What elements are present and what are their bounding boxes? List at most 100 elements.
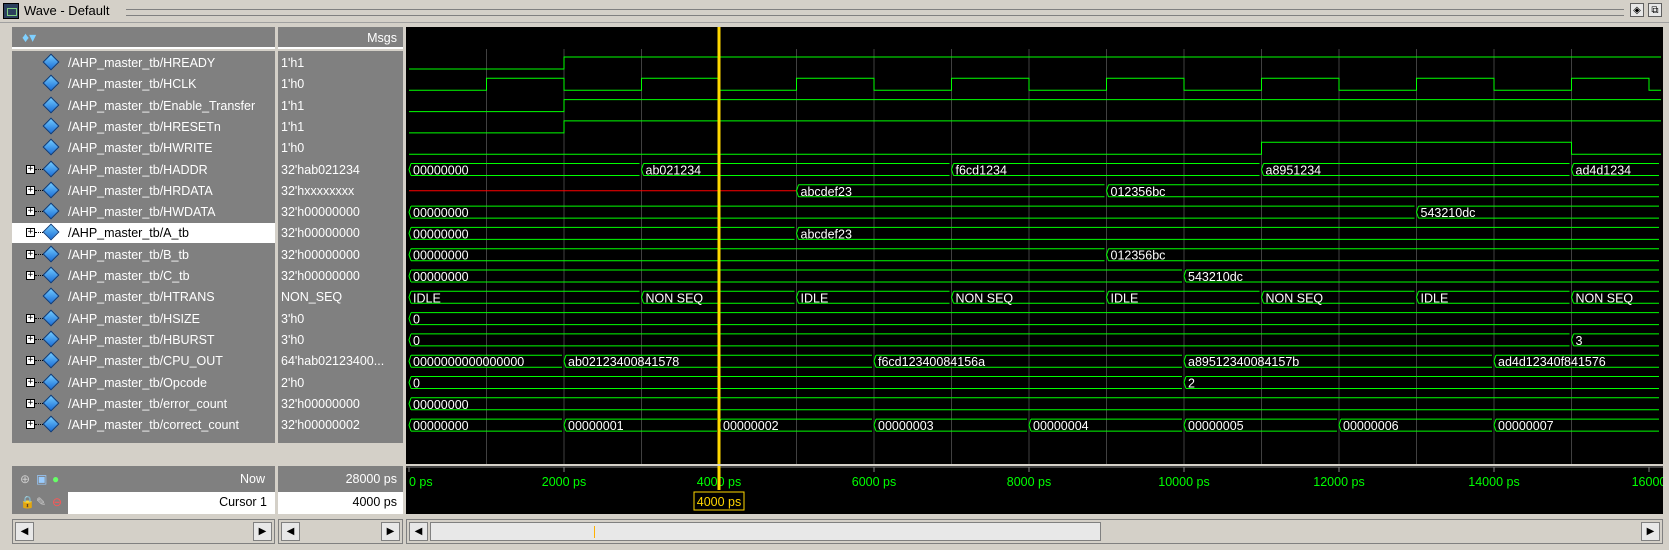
bus-value-label: f6cd1234	[956, 164, 1007, 178]
expand-icon[interactable]: +	[26, 420, 35, 430]
signal-value: 32'h00000000	[281, 247, 360, 262]
signal-value: 32'h00000002	[281, 418, 360, 433]
names-scrollbar[interactable]: ◀ ▶	[12, 519, 275, 544]
add-icon[interactable]: ●	[52, 472, 59, 486]
signal-icon	[42, 373, 60, 390]
edit-icon[interactable]: ✎	[36, 495, 46, 509]
left-border	[0, 27, 10, 464]
bus-value-label: 00000000	[413, 419, 469, 433]
tools-icon[interactable]: ♦▾	[22, 29, 36, 46]
signal-row[interactable]: /AHP_master_tb/HWRITE	[12, 138, 275, 158]
bus-transition	[408, 397, 412, 410]
signal-row[interactable]: + /AHP_master_tb/error_count	[12, 394, 275, 414]
expand-icon[interactable]: +	[26, 207, 35, 217]
cursor-name: Cursor 1	[219, 495, 267, 509]
signal-row[interactable]: /AHP_master_tb/HCLK	[12, 74, 275, 94]
expand-icon[interactable]: +	[26, 334, 35, 344]
signal-name: /AHP_master_tb/HTRANS	[68, 290, 215, 305]
signal-row[interactable]: + /AHP_master_tb/CPU_OUT	[12, 351, 275, 371]
undock-icon[interactable]: ⧉	[1648, 3, 1662, 17]
signal-value: 32'h00000000	[281, 269, 360, 283]
value-row: 1'h0	[278, 74, 403, 94]
expand-icon[interactable]: +	[26, 228, 35, 238]
cursor-value-field[interactable]: 4000 ps	[278, 492, 403, 514]
signal-row[interactable]: /AHP_master_tb/HRESETn	[12, 117, 275, 137]
expand-icon[interactable]: +	[26, 185, 35, 195]
scroll-left-button[interactable]: ◀	[281, 522, 300, 541]
dock-icon[interactable]: ◈	[1630, 3, 1644, 17]
lock-icon[interactable]: 🔒	[20, 495, 35, 509]
values-scrollbar[interactable]: ◀ ▶	[278, 519, 403, 544]
value-row: 64'hab02123400...	[278, 351, 403, 371]
expand-icon[interactable]: +	[26, 249, 35, 259]
value-row: 32'h00000002	[278, 415, 403, 435]
expand-icon[interactable]: +	[26, 356, 35, 366]
scroll-right-button[interactable]: ▶	[253, 522, 272, 541]
signal-icon	[42, 309, 60, 327]
scroll-left-button[interactable]: ◀	[409, 522, 428, 541]
axis-tick-label: 0 ps	[409, 475, 433, 489]
bus-value-label: 00000000	[413, 249, 469, 263]
signal-row[interactable]: /AHP_master_tb/HREADY	[12, 53, 275, 73]
bus-value-label: 0	[413, 313, 420, 327]
scroll-right-button[interactable]: ▶	[381, 522, 400, 541]
signal-row[interactable]: + /AHP_master_tb/correct_count	[12, 415, 275, 435]
now-value: 28000 ps	[345, 472, 397, 486]
signal-icon	[42, 202, 60, 220]
signal-row[interactable]: + /AHP_master_tb/HSIZE	[12, 309, 275, 329]
signal-row[interactable]: + /AHP_master_tb/HBURST	[12, 330, 275, 350]
signal-value: 1'h0	[281, 141, 305, 156]
signal-row[interactable]: + /AHP_master_tb/HWDATA	[12, 202, 275, 222]
cursor-name-field[interactable]: Cursor 1	[68, 492, 275, 514]
bus-value-label: ad4d12340f841576	[1498, 355, 1606, 369]
signal-value: 32'hab021234	[281, 162, 360, 177]
signal-row[interactable]: + /AHP_master_tb/Opcode	[12, 373, 275, 393]
scroll-thumb[interactable]	[430, 522, 1101, 541]
expand-icon[interactable]: +	[26, 271, 35, 280]
signal-name: /AHP_master_tb/CPU_OUT	[68, 354, 223, 369]
bus-transition	[408, 163, 412, 176]
signal-name: /AHP_master_tb/error_count	[68, 396, 228, 411]
signal-value: 1'h0	[281, 77, 305, 92]
signal-value: 3'h0	[281, 311, 305, 326]
bus-value-label: 0	[413, 377, 420, 391]
scroll-left-button[interactable]: ◀	[15, 522, 34, 541]
expand-icon[interactable]: +	[26, 313, 35, 323]
expand-icon[interactable]: +	[26, 377, 35, 387]
signal-name: /AHP_master_tb/HRDATA	[68, 183, 213, 198]
axis-tick-label: 16000	[1632, 475, 1663, 489]
signal-row[interactable]: /AHP_master_tb/Enable_Transfer	[12, 96, 275, 116]
bus-value-label: ab02123400841578	[568, 355, 679, 369]
scroll-right-button[interactable]: ▶	[1641, 522, 1660, 541]
values-header: Msgs	[278, 27, 403, 49]
signal-row[interactable]: + /AHP_master_tb/A_tb	[12, 223, 275, 244]
value-row: 32'h00000000	[278, 266, 403, 286]
bus-transition	[408, 333, 412, 347]
signal-icon	[42, 266, 60, 284]
expand-icon[interactable]: +	[26, 398, 35, 408]
signal-row[interactable]: + /AHP_master_tb/B_tb	[12, 245, 275, 265]
signal-row[interactable]: + /AHP_master_tb/HADDR	[12, 160, 275, 180]
cursor-tools-icon[interactable]: ▣	[36, 472, 47, 486]
add-cursor-icon[interactable]: ⊕	[20, 472, 30, 486]
signal-row[interactable]: /AHP_master_tb/HTRANS	[12, 287, 275, 307]
axis-tick-label: 6000 ps	[852, 475, 896, 489]
waveform-scrollbar[interactable]: ◀ ▶	[406, 519, 1663, 544]
signal-value: 32'h00000000	[281, 396, 360, 411]
bus-transition	[408, 227, 412, 240]
bus-value-label: NON SEQ	[646, 291, 704, 305]
value-row: NON_SEQ	[278, 287, 403, 307]
bus-transition	[408, 248, 412, 261]
signal-row[interactable]: + /AHP_master_tb/HRDATA	[12, 181, 275, 201]
bus-value-label: 3	[1576, 334, 1583, 348]
bus-value-label: 00000007	[1498, 419, 1554, 433]
signal-row[interactable]: + /AHP_master_tb/C_tb	[12, 266, 275, 286]
value-row: 1'h0	[278, 138, 403, 158]
signal-name: /AHP_master_tb/HCLK	[68, 77, 197, 92]
bus-value-label: NON SEQ	[1266, 291, 1324, 305]
signal-name: /AHP_master_tb/HWDATA	[68, 205, 216, 220]
waveform-pane[interactable]: 00000000 ab021234 f6cd1234 a8951234 ad4d1234…	[406, 27, 1663, 464]
expand-icon[interactable]: +	[26, 164, 35, 174]
title-grip[interactable]	[126, 9, 1624, 16]
delete-cursor-icon[interactable]: ⊖	[52, 495, 62, 509]
